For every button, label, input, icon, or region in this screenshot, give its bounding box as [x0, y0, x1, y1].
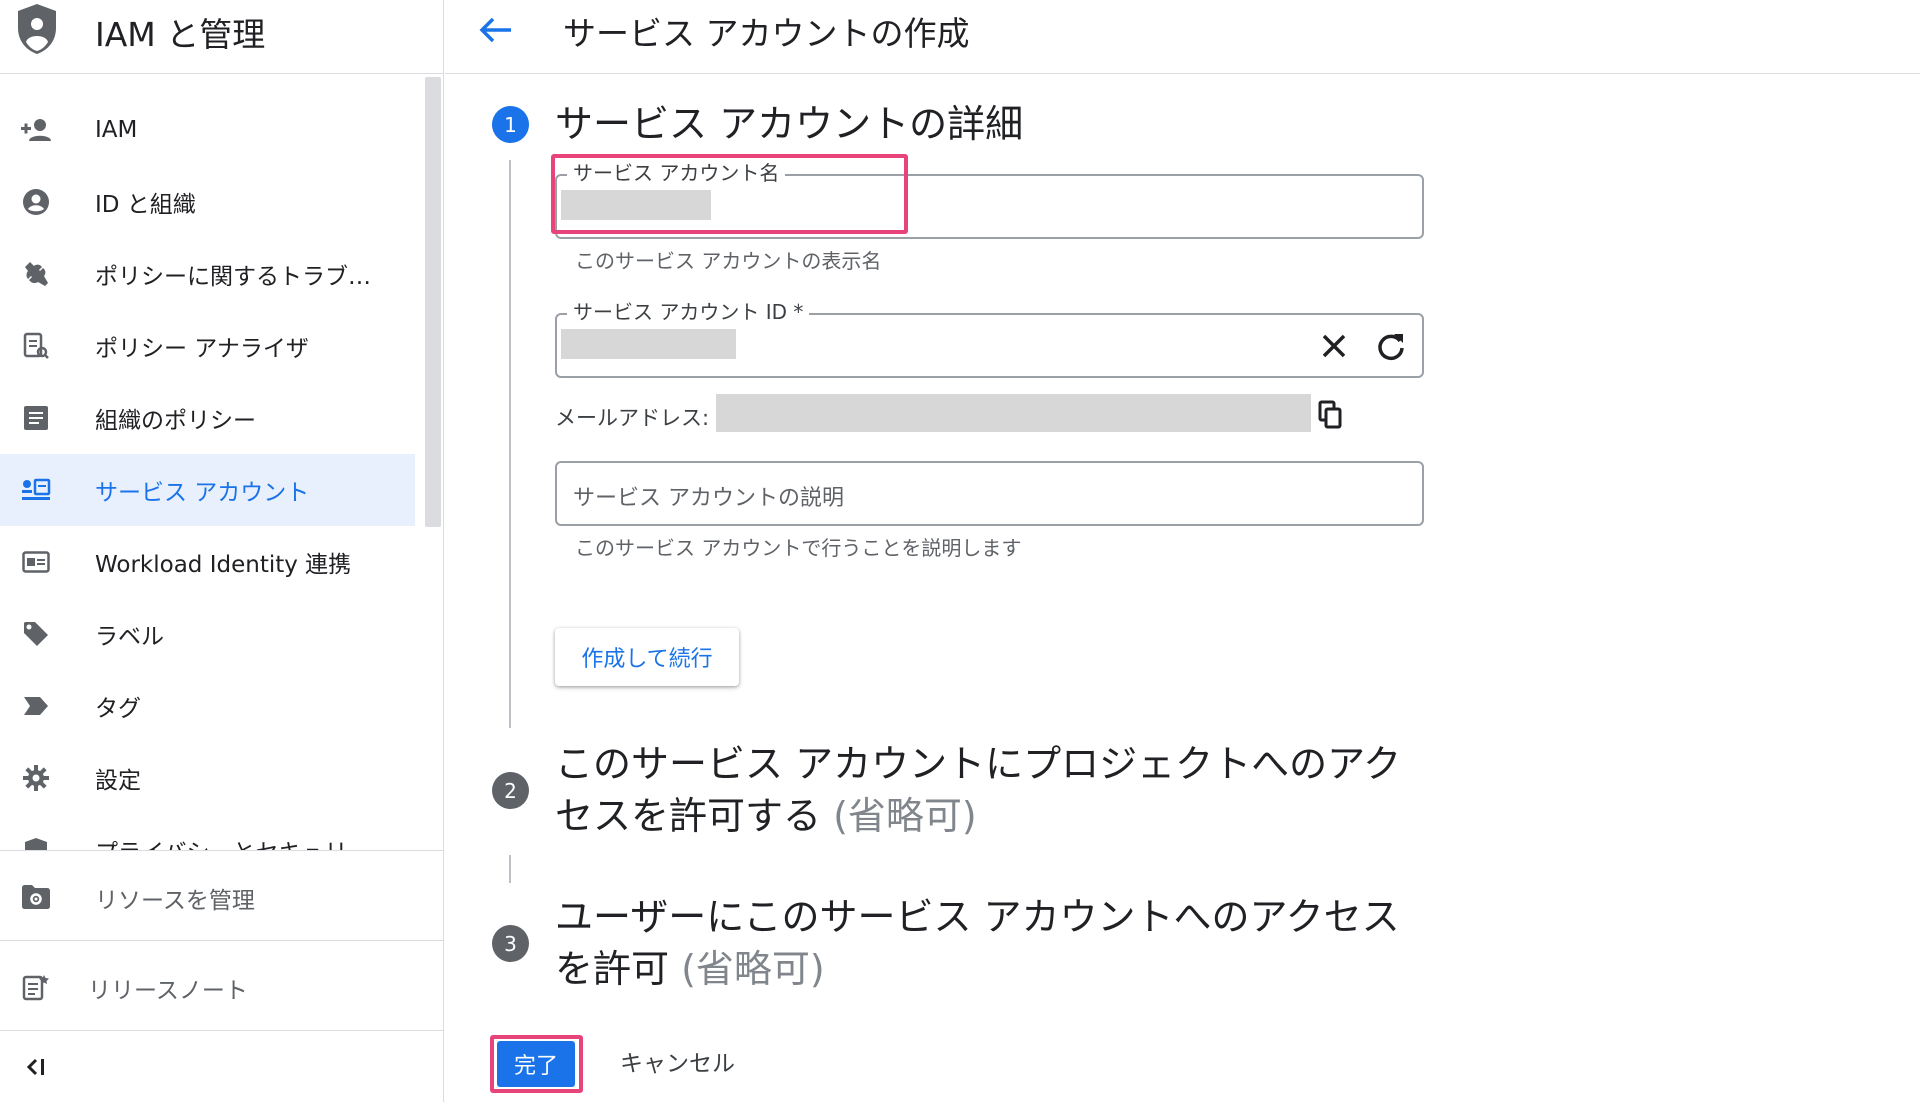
step-2-indicator: 2: [492, 772, 529, 809]
sidebar-item-settings[interactable]: 設定: [0, 742, 415, 814]
service-account-name-hint: このサービス アカウントの表示名: [575, 249, 882, 273]
highlight-annotation: [490, 1035, 583, 1093]
step-3-indicator: 3: [492, 925, 529, 962]
sidebar-item-label: IAM: [95, 117, 138, 143]
sidebar-item-troubleshooter[interactable]: ポリシーに関するトラブ…: [0, 238, 415, 310]
step-2-title-text: このサービス アカウントにプロジェクトへのアクセスを許可する: [555, 742, 1402, 838]
wrench-icon: [20, 258, 52, 290]
sidebar-item-workload-identity[interactable]: Workload Identity 連携: [0, 526, 415, 598]
step-3-title[interactable]: ユーザーにこのサービス アカウントへのアクセスを許可 (省略可): [555, 891, 1405, 995]
collapse-icon: [20, 1051, 52, 1083]
iam-shield-logo-icon: [18, 4, 56, 54]
sidebar-item-labels[interactable]: ラベル: [0, 598, 415, 670]
clear-icon[interactable]: [1319, 331, 1349, 361]
sidebar-item-label: タグ: [95, 696, 141, 722]
step-1-title: サービス アカウントの詳細: [555, 102, 1024, 146]
sidebar-item-label: プライバシーとセキュリ: [95, 833, 348, 850]
list-document-icon: [20, 402, 52, 434]
sidebar-item-label: ポリシー アナライザ: [95, 336, 309, 362]
sidebar-header: IAM と管理: [0, 0, 444, 74]
id-card-icon: [20, 546, 52, 578]
sidebar-item-label: ID と組織: [95, 192, 196, 218]
sidebar-item-label: ラベル: [95, 624, 164, 650]
back-arrow-icon[interactable]: [475, 10, 515, 50]
sidebar-title: IAM と管理: [95, 15, 266, 54]
tag-icon: [20, 618, 52, 650]
sidebar-item-service-accounts[interactable]: サービス アカウント: [0, 454, 415, 526]
step-2-title[interactable]: このサービス アカウントにプロジェクトへのアクセスを許可する (省略可): [555, 738, 1405, 842]
step-1-indicator: 1: [492, 106, 529, 143]
release-notes-icon: [20, 971, 52, 1003]
account-circle-icon: [20, 186, 52, 218]
service-account-id-label: サービス アカウント ID *: [567, 296, 810, 325]
sidebar-item-label: サービス アカウント: [95, 480, 310, 506]
service-account-icon: [20, 474, 52, 506]
sidebar-item-privacy-security[interactable]: プライバシーとセキュリ: [0, 814, 415, 850]
sidebar-item-label: Workload Identity 連携: [95, 552, 352, 578]
sidebar-item-label: ポリシーに関するトラブ…: [95, 264, 371, 290]
sidebar: IAM と管理 IAM ID と組織 ポリシーに関するトラブ… ポリシー アナラ…: [0, 0, 444, 1102]
chevron-tag-icon: [20, 690, 52, 722]
folder-settings-icon: [20, 881, 52, 913]
release-notes-link[interactable]: リリースノート: [0, 940, 444, 1030]
description-placeholder: サービス アカウントの説明: [573, 486, 844, 511]
collapse-sidebar-button[interactable]: [0, 1030, 444, 1102]
manage-resources-label: リソースを管理: [95, 888, 255, 914]
sidebar-scrollbar[interactable]: [425, 77, 441, 527]
manage-resources-link[interactable]: リソースを管理: [0, 850, 444, 940]
step-connector: [509, 855, 511, 883]
sidebar-nav: IAM ID と組織 ポリシーに関するトラブ… ポリシー アナライザ 組織のポリ…: [0, 80, 415, 850]
page-title: サービス アカウントの作成: [563, 14, 970, 53]
sidebar-item-label: 組織のポリシー: [95, 408, 256, 434]
gear-icon: [20, 762, 52, 794]
email-label: メールアドレス:: [555, 406, 710, 430]
redacted-value: [561, 329, 736, 359]
sidebar-item-tags[interactable]: タグ: [0, 670, 415, 742]
step-3-optional: (省略可): [681, 947, 825, 991]
redacted-email: [716, 394, 1311, 432]
service-account-description-field[interactable]: サービス アカウントの説明: [555, 461, 1424, 526]
step-2-optional: (省略可): [833, 794, 977, 838]
sidebar-item-label: 設定: [95, 768, 141, 794]
refresh-icon[interactable]: [1375, 330, 1407, 362]
description-hint: このサービス アカウントで行うことを説明します: [575, 536, 1022, 560]
sidebar-item-iam[interactable]: IAM: [0, 94, 415, 166]
main-header: サービス アカウントの作成: [445, 0, 1920, 74]
step-connector: [509, 160, 511, 728]
copy-icon[interactable]: [1318, 400, 1344, 430]
cancel-button[interactable]: キャンセル: [620, 1044, 735, 1078]
shield-icon: [20, 834, 52, 850]
sidebar-item-policy-analyzer[interactable]: ポリシー アナライザ: [0, 310, 415, 382]
release-notes-label: リリースノート: [88, 978, 248, 1004]
highlight-annotation: [551, 154, 908, 234]
person-add-icon: [20, 114, 52, 146]
policy-analyzer-icon: [20, 330, 52, 362]
sidebar-item-org-policies[interactable]: 組織のポリシー: [0, 382, 415, 454]
sidebar-item-id-org[interactable]: ID と組織: [0, 166, 415, 238]
create-and-continue-button[interactable]: 作成して続行: [555, 628, 739, 686]
